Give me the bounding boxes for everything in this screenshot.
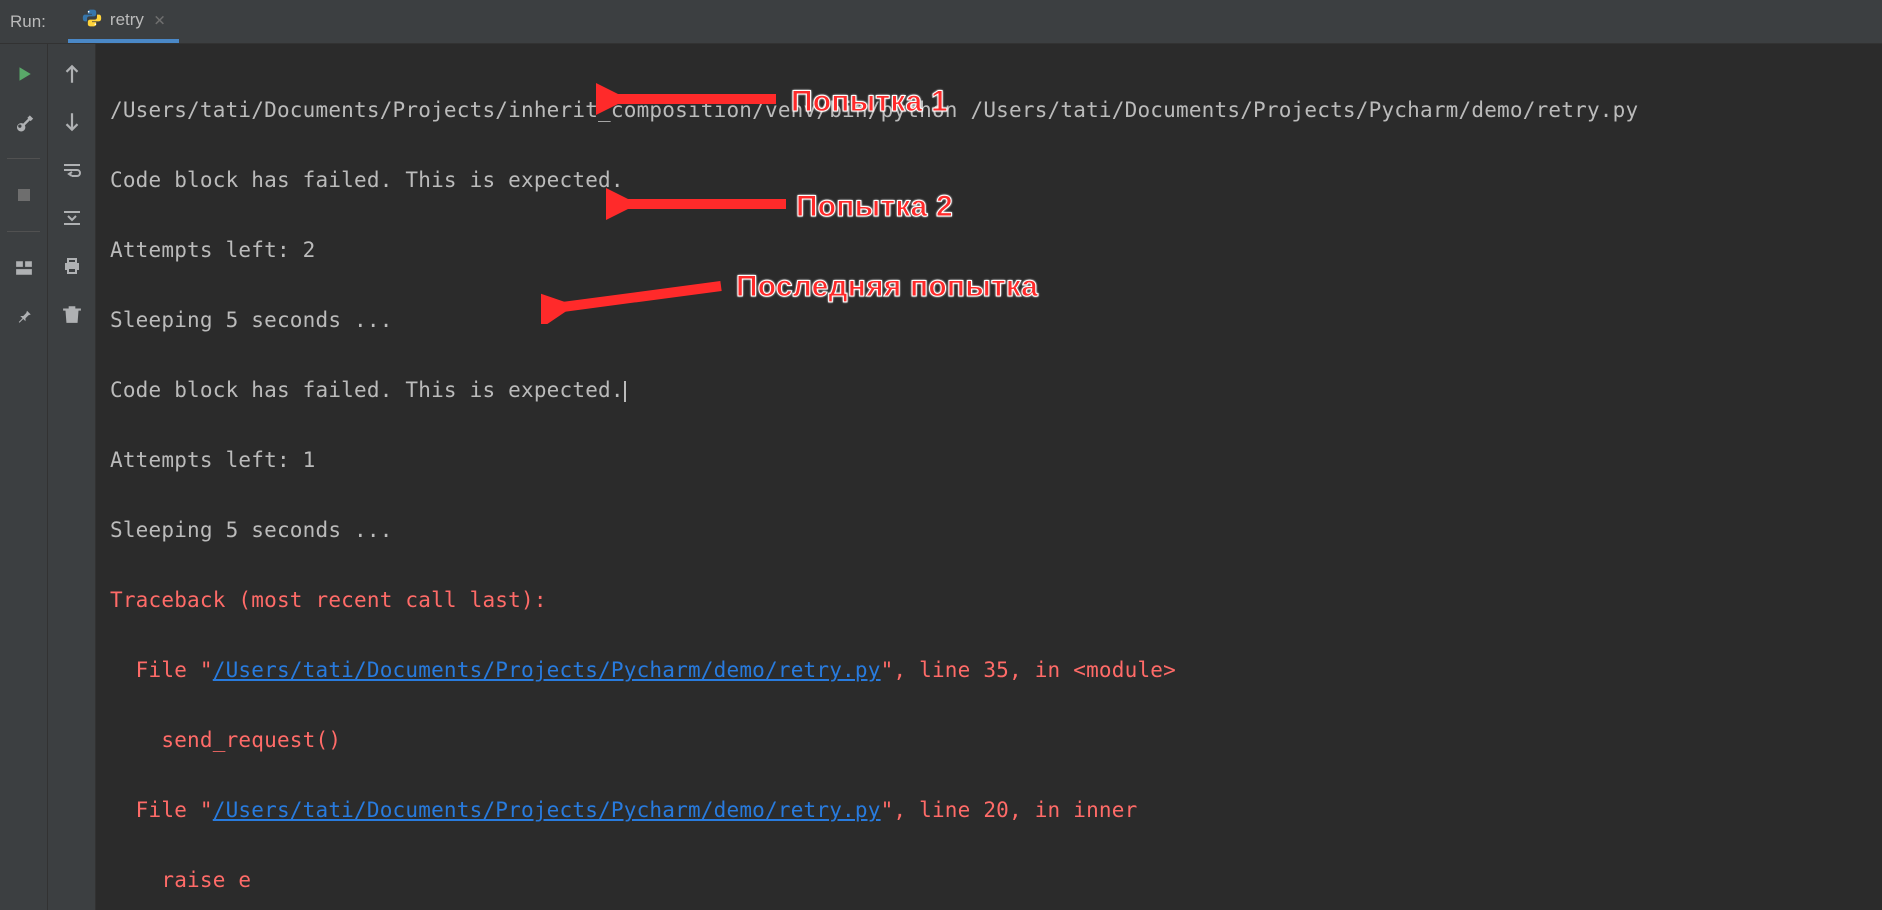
console-line: /Users/tati/Documents/Projects/inherit_c… [110,93,1870,128]
console-line: Code block has failed. This is expected. [110,373,1870,408]
panel-title: Run: [10,12,46,32]
down-arrow-icon[interactable] [58,108,86,136]
pin-icon[interactable] [10,302,38,330]
up-arrow-icon[interactable] [58,60,86,88]
print-icon[interactable] [58,252,86,280]
traceback-frame: File "/Users/tati/Documents/Projects/Pyc… [110,653,1870,688]
run-tool-window-header: Run: retry × [0,0,1882,44]
separator [7,231,40,232]
file-link[interactable]: /Users/tati/Documents/Projects/Pycharm/d… [213,798,881,822]
traceback-header: Traceback (most recent call last): [110,583,1870,618]
left-gutter [0,44,48,910]
run-button[interactable] [10,60,38,88]
close-icon[interactable]: × [154,9,165,31]
soft-wrap-icon[interactable] [58,156,86,184]
annotation-label: Последняя попытка [736,269,1038,304]
python-file-icon [82,8,102,32]
tab-label: retry [110,10,144,30]
traceback-code: send_request() [110,723,1870,758]
console-line: Sleeping 5 seconds ... [110,513,1870,548]
console-line: Sleeping 5 seconds ... [110,303,1870,338]
wrench-icon[interactable] [10,108,38,136]
separator [7,158,40,159]
layout-icon[interactable] [10,254,38,282]
traceback-frame: File "/Users/tati/Documents/Projects/Pyc… [110,793,1870,828]
run-config-tab[interactable]: retry × [68,0,179,43]
scroll-to-end-icon[interactable] [58,204,86,232]
console-line: Attempts left: 2 [110,233,1870,268]
console-output[interactable]: /Users/tati/Documents/Projects/inherit_c… [96,44,1882,910]
console-line: Attempts left: 1 [110,443,1870,478]
stop-button[interactable] [10,181,38,209]
file-link[interactable]: /Users/tati/Documents/Projects/Pycharm/d… [213,658,881,682]
traceback-code: raise e [110,863,1870,898]
console-gutter [48,44,96,910]
console-line: Code block has failed. This is expected. [110,163,1870,198]
trash-icon[interactable] [58,300,86,328]
